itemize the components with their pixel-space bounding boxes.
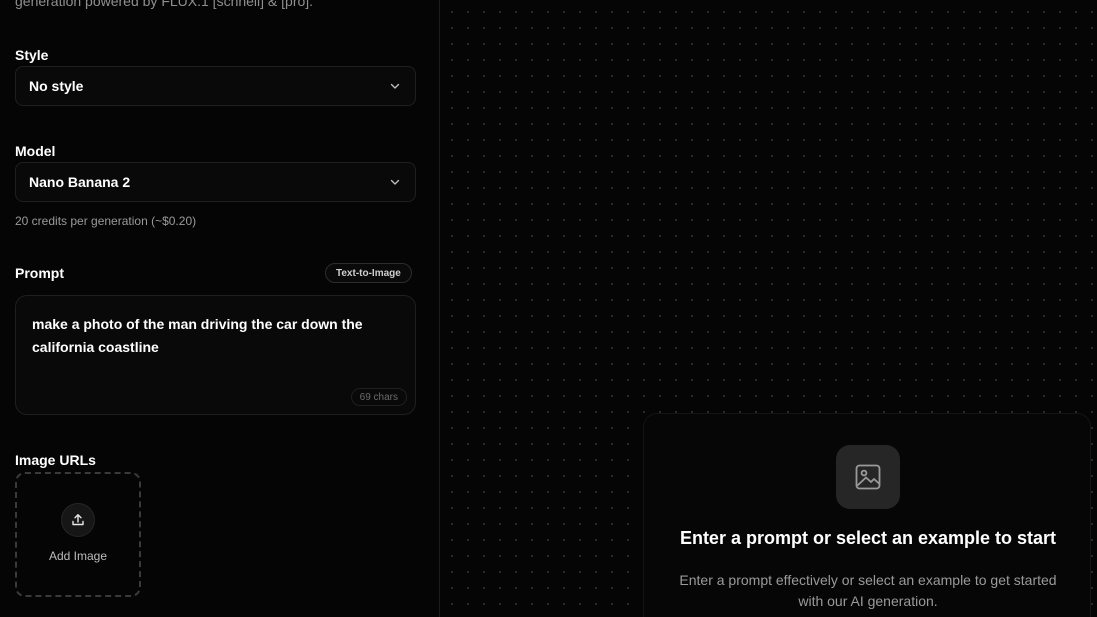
settings-panel: generation powered by FLUX.1 [schnell] &… [0,0,440,617]
model-select-value: Nano Banana 2 [29,174,131,190]
model-label: Model [15,143,56,159]
prompt-text[interactable]: make a photo of the man driving the car … [32,313,392,359]
add-image-button[interactable]: Add Image [15,472,141,597]
image-icon [836,445,900,509]
style-label: Style [15,47,49,63]
model-select[interactable]: Nano Banana 2 [15,162,416,202]
prompt-label: Prompt [15,265,64,281]
upload-icon [61,502,95,537]
empty-state-description: Enter a prompt effectively or select an … [679,572,1057,609]
prompt-input[interactable]: make a photo of the man driving the car … [15,295,416,415]
image-urls-label: Image URLs [15,452,96,468]
app-root: generation powered by FLUX.1 [schnell] &… [0,0,1097,617]
char-count: 69 chars [350,388,407,406]
empty-state-card: Enter a prompt or select an example to s… [643,413,1091,617]
chevron-down-icon [389,176,401,188]
empty-state-title: Enter a prompt or select an example to s… [679,528,1057,548]
preview-canvas: Enter a prompt or select an example to s… [441,0,1097,617]
style-select-value: No style [29,78,84,94]
intro-text: generation powered by FLUX.1 [schnell] &… [15,0,314,9]
mode-badge: Text-to-Image [325,263,412,283]
add-image-label: Add Image [48,548,108,563]
style-select[interactable]: No style [15,66,416,106]
credits-note: 20 credits per generation (~$0.20) [15,214,197,228]
chevron-down-icon [389,80,401,92]
